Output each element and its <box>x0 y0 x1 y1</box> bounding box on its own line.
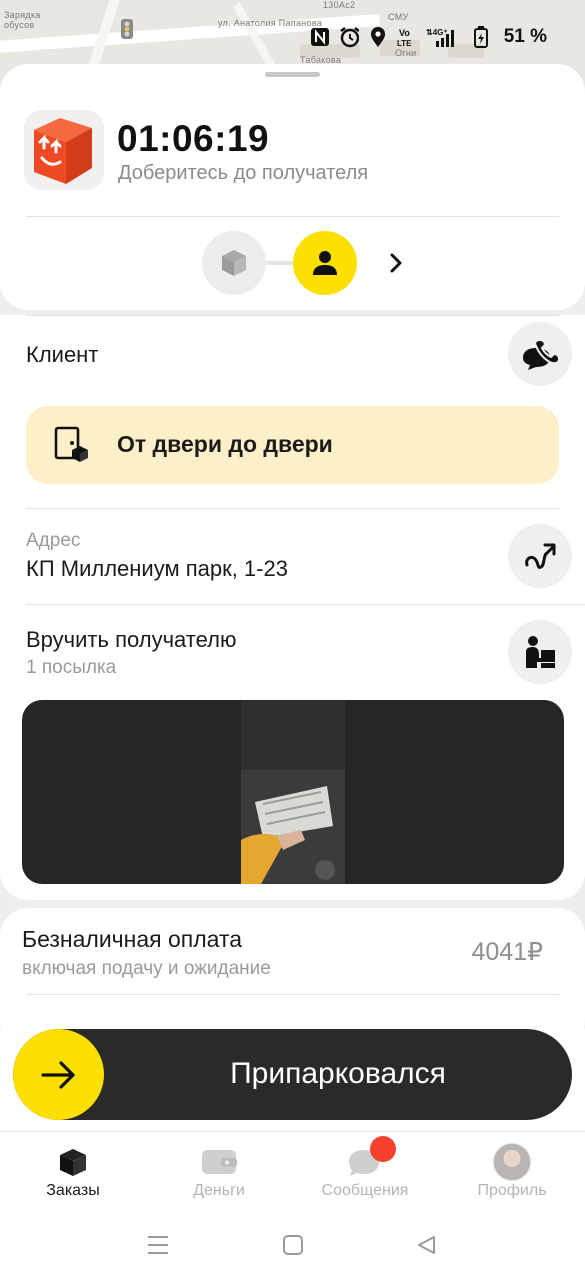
route-icon <box>525 543 556 569</box>
tab-label: Профиль <box>477 1182 547 1199</box>
menu-icon[interactable] <box>145 1232 171 1258</box>
signal-4g-icon: ⇅4G⁺ <box>426 26 462 48</box>
map-label: обусов <box>4 20 35 30</box>
orders-icon <box>54 1144 92 1180</box>
nfc-icon <box>310 26 330 48</box>
wallet-icon <box>200 1144 238 1180</box>
map-label: 130Ас2 <box>323 0 356 10</box>
phone-chat-icon <box>523 338 560 370</box>
tab-orders[interactable]: Заказы <box>0 1132 146 1212</box>
divider <box>26 994 559 995</box>
chat-icon <box>346 1136 396 1180</box>
tab-messages[interactable]: Сообщения <box>292 1132 438 1212</box>
client-label: Клиент <box>26 342 99 367</box>
svg-text:⇅4G⁺: ⇅4G⁺ <box>426 28 448 37</box>
payment-method: Безналичная оплата <box>22 926 243 952</box>
address-value[interactable]: КП Миллениум парк, 1-23 <box>26 556 288 582</box>
address-label: Адрес <box>26 530 81 551</box>
arrow-right-icon <box>40 1060 75 1089</box>
slider-knob[interactable] <box>13 1029 104 1120</box>
tab-label: Деньги <box>193 1182 245 1199</box>
battery-icon <box>471 26 491 48</box>
tab-label: Заказы <box>46 1182 100 1199</box>
payment-note: включая подачу и ожидание <box>22 958 271 979</box>
timer-subtitle: Доберитесь до получателя <box>118 162 369 184</box>
order-header-card: 01:06:19 Доберитесь до получателя <box>0 64 585 310</box>
back-icon[interactable] <box>413 1232 439 1258</box>
svg-text:LTE: LTE <box>397 39 412 47</box>
volte-icon: Vo LTE <box>397 26 417 48</box>
door-parcel-icon <box>54 426 88 462</box>
tab-money[interactable]: Деньги <box>146 1132 292 1212</box>
door-to-door-banner[interactable]: От двери до двери <box>26 406 559 484</box>
person-handover-icon <box>526 636 555 668</box>
parcel-photo[interactable] <box>22 700 564 884</box>
svg-text:Vo: Vo <box>399 28 410 38</box>
map-label: Зарядка <box>4 10 41 20</box>
home-icon[interactable] <box>280 1232 306 1258</box>
parcel-photo-image <box>241 700 345 884</box>
handover-button[interactable] <box>508 620 572 684</box>
divider <box>26 508 559 509</box>
route-button[interactable] <box>508 524 572 588</box>
handover-title: Вручить получателю <box>26 627 237 652</box>
tab-label: Сообщения <box>321 1182 409 1199</box>
map-label: ул. Анатолия Папанова <box>218 18 323 28</box>
alarm-icon <box>339 26 359 48</box>
map-label: Огни <box>395 48 417 58</box>
location-icon <box>368 26 388 48</box>
slider-label: Припарковался <box>230 1057 446 1090</box>
tab-profile[interactable]: Профиль <box>439 1132 585 1212</box>
bottom-tab-bar: Заказы Деньги Сообщения Профиль <box>0 1131 585 1211</box>
traffic-light-icon <box>121 19 133 39</box>
system-navigation-bar <box>0 1210 585 1280</box>
door-to-door-label: От двери до двери <box>117 431 333 457</box>
battery-percentage: 51 % <box>503 26 547 47</box>
divider <box>26 604 585 605</box>
avatar <box>493 1143 531 1181</box>
recipient-step[interactable] <box>293 231 357 295</box>
person-icon <box>313 251 337 275</box>
status-bar: Vo LTE ⇅4G⁺ 51 % <box>310 26 547 48</box>
delivery-app-icon <box>24 110 104 190</box>
notification-badge <box>370 1136 396 1162</box>
parcel-count: 1 посылка <box>26 657 117 678</box>
map-label: СМУ <box>388 12 409 22</box>
chevron-right-icon[interactable] <box>384 251 408 275</box>
divider <box>26 315 559 316</box>
delivery-timer: 01:06:19 <box>117 118 270 159</box>
call-client-button[interactable] <box>508 322 572 386</box>
divider <box>26 216 559 217</box>
order-progress-steps <box>202 231 422 295</box>
order-details-card: Клиент От двери до двери Адрес КП Миллен… <box>0 315 585 900</box>
parcel-icon <box>222 250 246 276</box>
sheet-grabber[interactable] <box>265 72 320 77</box>
payment-amount: 4041₽ <box>471 938 543 966</box>
parcel-step[interactable] <box>202 231 266 295</box>
parked-slider[interactable]: Припарковался <box>13 1029 572 1120</box>
